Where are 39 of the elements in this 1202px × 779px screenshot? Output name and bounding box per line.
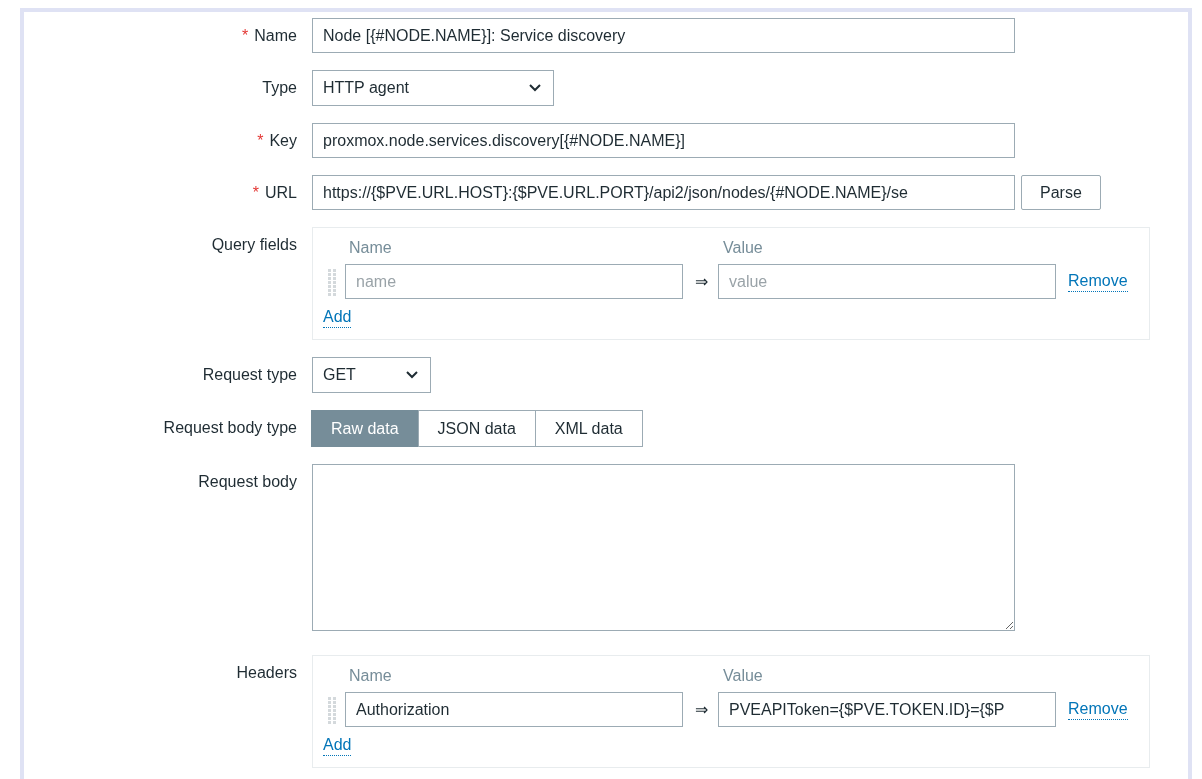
chevron-down-icon [406,371,418,379]
value-field[interactable]: value [718,264,1056,299]
drag-handle-icon[interactable] [327,266,337,297]
required-asterisk: * [257,132,264,149]
required-asterisk: * [242,27,249,44]
field-label: Type [262,79,297,96]
field-label: Request body type [163,419,297,436]
text-field[interactable]: Node [{#NODE.NAME}]: Service discovery [312,18,1015,53]
field-label: Key [269,132,297,149]
add-link[interactable]: Add [323,307,352,328]
column-header: Name [349,238,393,258]
chevron-down-icon [529,84,541,92]
required-asterisk: * [252,184,259,201]
field-label: URL [265,184,297,201]
field-label: Query fields [211,236,297,253]
name-field[interactable]: name [345,264,683,299]
text-area[interactable] [312,464,1015,631]
column-header: Name [349,666,393,686]
value-field[interactable]: PVEAPIToken={$PVE.TOKEN.ID}={$P [718,692,1056,727]
remove-link[interactable]: Remove [1068,271,1128,292]
url-field[interactable]: https://{$PVE.URL.HOST}:{$PVE.URL.PORT}/api2/json/nodes/{#NODE.NAME}/se [312,175,1015,210]
field-label: Request type [202,366,297,383]
column-header: Value [723,238,763,258]
segment-tab[interactable]: XML data [534,410,643,447]
field-label: Request body [198,473,297,490]
select-field[interactable]: HTTP agent [312,70,554,106]
remove-link[interactable]: Remove [1068,699,1128,720]
segment-tab[interactable]: JSON data [417,410,536,447]
arrow-icon: ⇒ [695,697,708,722]
drag-handle-icon[interactable] [327,694,337,725]
field-label: Name [254,27,297,44]
parse-button[interactable]: Parse [1021,175,1101,210]
field-label: Headers [236,664,297,681]
column-header: Value [723,666,763,686]
name-field[interactable]: Authorization [345,692,683,727]
text-field[interactable]: proxmox.node.services.discovery[{#NODE.NAME}] [312,123,1015,158]
arrow-icon: ⇒ [695,269,708,294]
add-link[interactable]: Add [323,735,352,756]
select-field[interactable]: GET [312,357,431,393]
